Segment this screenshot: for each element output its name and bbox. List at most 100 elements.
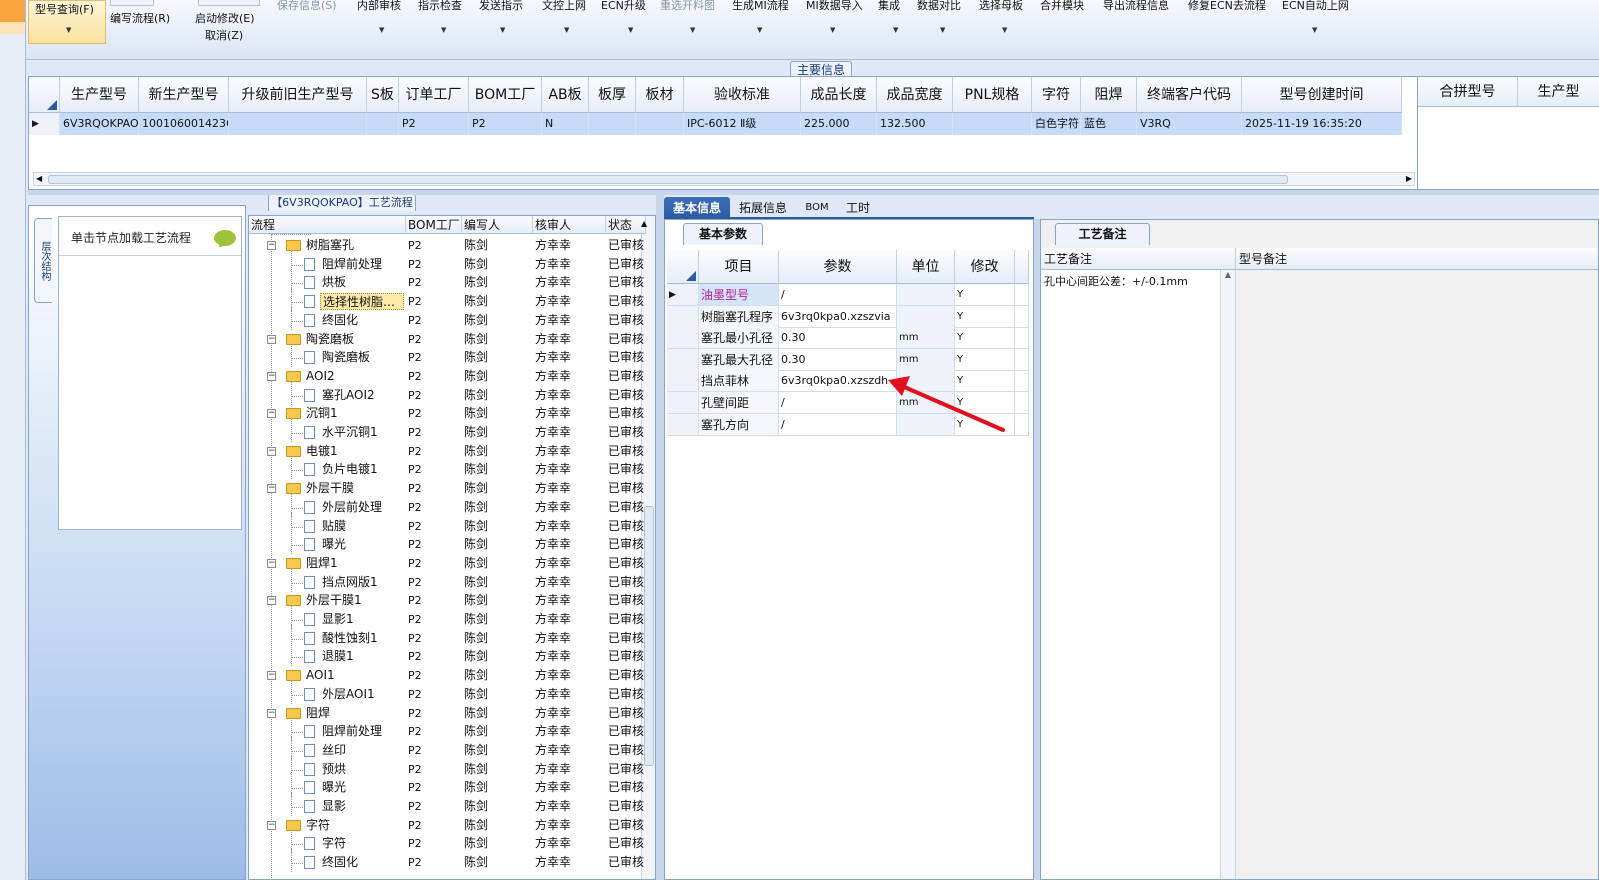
tree-cell[interactable]: 陈剑 bbox=[464, 554, 533, 573]
tree-cell[interactable]: 方幸幸 bbox=[535, 535, 606, 554]
param-cell[interactable] bbox=[897, 305, 955, 328]
table-cell[interactable]: 白色字符 bbox=[1032, 113, 1081, 135]
tab-basic-info[interactable]: 基本信息 bbox=[664, 197, 730, 219]
tree-cell[interactable]: P2 bbox=[408, 423, 462, 442]
tree-col-header[interactable]: 核审人 bbox=[533, 216, 606, 234]
table-cell[interactable]: 225.000 bbox=[801, 113, 877, 135]
param-cell[interactable]: mm bbox=[897, 327, 955, 350]
dropdown-arrow-icon[interactable]: ▼ bbox=[1312, 26, 1317, 34]
tree-cell[interactable]: 已审核 bbox=[608, 554, 646, 573]
tree-cell[interactable]: 已审核 bbox=[608, 479, 646, 498]
tree-cell[interactable]: 已审核 bbox=[608, 386, 646, 405]
tree-node-label[interactable]: 贴膜 bbox=[320, 518, 404, 535]
tree-row[interactable]: − 电镀1 P2 陈剑 方幸幸 已审核 bbox=[249, 442, 644, 461]
tree-cell[interactable]: 已审核 bbox=[608, 610, 646, 629]
tree-row[interactable]: − 陶瓷磨板 P2 陈剑 方幸幸 已审核 bbox=[249, 330, 644, 349]
tree-cell[interactable]: 已审核 bbox=[608, 853, 646, 872]
col-header[interactable]: S板 bbox=[367, 77, 399, 113]
tree-cell[interactable]: 已审核 bbox=[608, 255, 646, 274]
tree-cell[interactable]: 已审核 bbox=[608, 404, 646, 423]
table-cell[interactable]: P2 bbox=[399, 113, 469, 135]
ribbon-button-14[interactable]: 数据对比 bbox=[917, 0, 961, 13]
ribbon-button-4[interactable]: 保存信息(S) bbox=[277, 0, 337, 13]
tree-row[interactable]: 字符 P2 陈剑 方幸幸 已审核 bbox=[249, 830, 644, 854]
tree-node-label[interactable]: 阻焊前处理 bbox=[320, 723, 404, 740]
tree-cell[interactable]: 方幸幸 bbox=[535, 498, 606, 517]
tree-cell[interactable]: 陈剑 bbox=[464, 348, 533, 367]
tree-cell[interactable]: 陈剑 bbox=[464, 535, 533, 554]
tree-cell[interactable]: P2 bbox=[408, 292, 462, 311]
table-cell[interactable]: N bbox=[542, 113, 589, 135]
tree-cell[interactable]: 已审核 bbox=[608, 311, 646, 330]
tree-node-label[interactable]: 外层干膜1 bbox=[304, 592, 404, 609]
tree-row[interactable]: − 阻焊 P2 陈剑 方幸幸 已审核 bbox=[249, 704, 644, 723]
row-indicator[interactable] bbox=[667, 348, 699, 371]
tree-cell[interactable]: 方幸幸 bbox=[535, 236, 606, 255]
tree-cell[interactable]: 方幸幸 bbox=[535, 348, 606, 367]
tree-cell[interactable]: 方幸幸 bbox=[535, 386, 606, 405]
tree-row[interactable]: 酸性蚀刻1 P2 陈剑 方幸幸 已审核 bbox=[249, 624, 644, 648]
tree-cell[interactable]: 方幸幸 bbox=[535, 292, 606, 311]
col-header[interactable]: PNL规格 bbox=[953, 77, 1032, 113]
model-remark-area[interactable] bbox=[1236, 270, 1598, 879]
horizontal-scrollbar[interactable]: ◀ ▶ bbox=[33, 172, 1415, 186]
tree-cell[interactable]: 方幸幸 bbox=[535, 722, 606, 741]
tree-cell[interactable]: 陈剑 bbox=[464, 311, 533, 330]
tree-col-header[interactable]: 编写人 bbox=[462, 216, 533, 234]
table-cell[interactable]: 2025-11-19 16:35:20 bbox=[1242, 113, 1402, 135]
tree-cell[interactable]: 已审核 bbox=[608, 704, 646, 723]
tree-cell[interactable]: 方幸幸 bbox=[535, 760, 606, 779]
tree-cell[interactable]: 已审核 bbox=[608, 423, 646, 442]
scroll-right-icon[interactable]: ▶ bbox=[1406, 173, 1412, 185]
tree-cell[interactable]: 方幸幸 bbox=[535, 554, 606, 573]
tree-cell[interactable]: 已审核 bbox=[608, 460, 646, 479]
ribbon-button-1[interactable]: 编写流程(R) bbox=[110, 12, 170, 26]
tree-cell[interactable]: 已审核 bbox=[608, 591, 646, 610]
col-header[interactable]: 订单工厂 bbox=[399, 77, 469, 113]
row-indicator[interactable]: ▶ bbox=[667, 284, 699, 306]
tree-node-label[interactable]: 选择性树脂… bbox=[320, 293, 404, 311]
ribbon-button-19[interactable]: ECN自动上网 bbox=[1282, 0, 1349, 13]
tree-row[interactable]: − 外层干膜 P2 陈剑 方幸幸 已审核 bbox=[249, 479, 644, 498]
tree-cell[interactable]: 已审核 bbox=[608, 573, 646, 592]
collapse-icon[interactable]: − bbox=[267, 671, 276, 681]
row-indicator[interactable] bbox=[667, 392, 699, 414]
table-cell[interactable] bbox=[636, 113, 684, 135]
col-header[interactable]: 生产型号 bbox=[60, 77, 139, 113]
dropdown-arrow-icon[interactable]: ▼ bbox=[66, 26, 71, 34]
param-cell[interactable]: 油墨型号 bbox=[699, 284, 779, 306]
tree-cell[interactable]: P2 bbox=[408, 348, 462, 367]
tab-work-hours[interactable]: 工时 bbox=[840, 197, 876, 219]
tree-node-label[interactable]: 烘板 bbox=[320, 274, 404, 291]
param-cell[interactable]: 6v3rq0kpa0.xzszvia bbox=[779, 305, 897, 328]
tree-cell[interactable]: P2 bbox=[408, 460, 462, 479]
col-header[interactable]: 板材 bbox=[636, 77, 684, 113]
dropdown-arrow-icon[interactable]: ▼ bbox=[830, 26, 835, 34]
tree-cell[interactable]: P2 bbox=[408, 853, 462, 872]
tree-cell[interactable]: 陈剑 bbox=[464, 442, 533, 461]
tree-cell[interactable]: 已审核 bbox=[608, 273, 646, 292]
tree-cell[interactable]: P2 bbox=[408, 722, 462, 741]
side-col-header[interactable]: 生产型 bbox=[1518, 77, 1599, 107]
tree-cell[interactable]: 陈剑 bbox=[464, 386, 533, 405]
tree-cell[interactable]: 已审核 bbox=[608, 330, 646, 349]
tree-row[interactable]: 丝印 P2 陈剑 方幸幸 已审核 bbox=[249, 736, 644, 760]
tree-node-label[interactable]: 终固化 bbox=[320, 312, 404, 329]
tree-row[interactable]: 终固化 P2 陈剑 方幸幸 已审核 bbox=[249, 849, 644, 873]
tree-cell[interactable]: P2 bbox=[408, 517, 462, 536]
col-header[interactable]: 型号创建时间 bbox=[1242, 77, 1402, 113]
tree-row[interactable]: 水平沉铜1 P2 陈剑 方幸幸 已审核 bbox=[249, 419, 644, 442]
scrollbar-thumb[interactable] bbox=[48, 175, 1288, 184]
tree-col-header[interactable]: 状态 bbox=[606, 216, 646, 234]
tree-cell[interactable]: 方幸幸 bbox=[535, 685, 606, 704]
tree-node-label[interactable]: 外层AOI1 bbox=[320, 686, 404, 703]
tree-cell[interactable]: 已审核 bbox=[608, 292, 646, 311]
tree-node-label[interactable]: 退膜1 bbox=[320, 648, 404, 665]
param-col-header[interactable]: 修改 bbox=[955, 250, 1015, 284]
dropdown-arrow-icon[interactable]: ▼ bbox=[893, 26, 898, 34]
tree-cell[interactable]: 已审核 bbox=[608, 741, 646, 760]
dropdown-arrow-icon[interactable]: ▼ bbox=[628, 26, 633, 34]
tree-cell[interactable]: P2 bbox=[408, 330, 462, 349]
param-cell[interactable]: 0.30 bbox=[779, 327, 897, 350]
tree-row[interactable]: − 沉铜1 P2 陈剑 方幸幸 已审核 bbox=[249, 404, 644, 423]
